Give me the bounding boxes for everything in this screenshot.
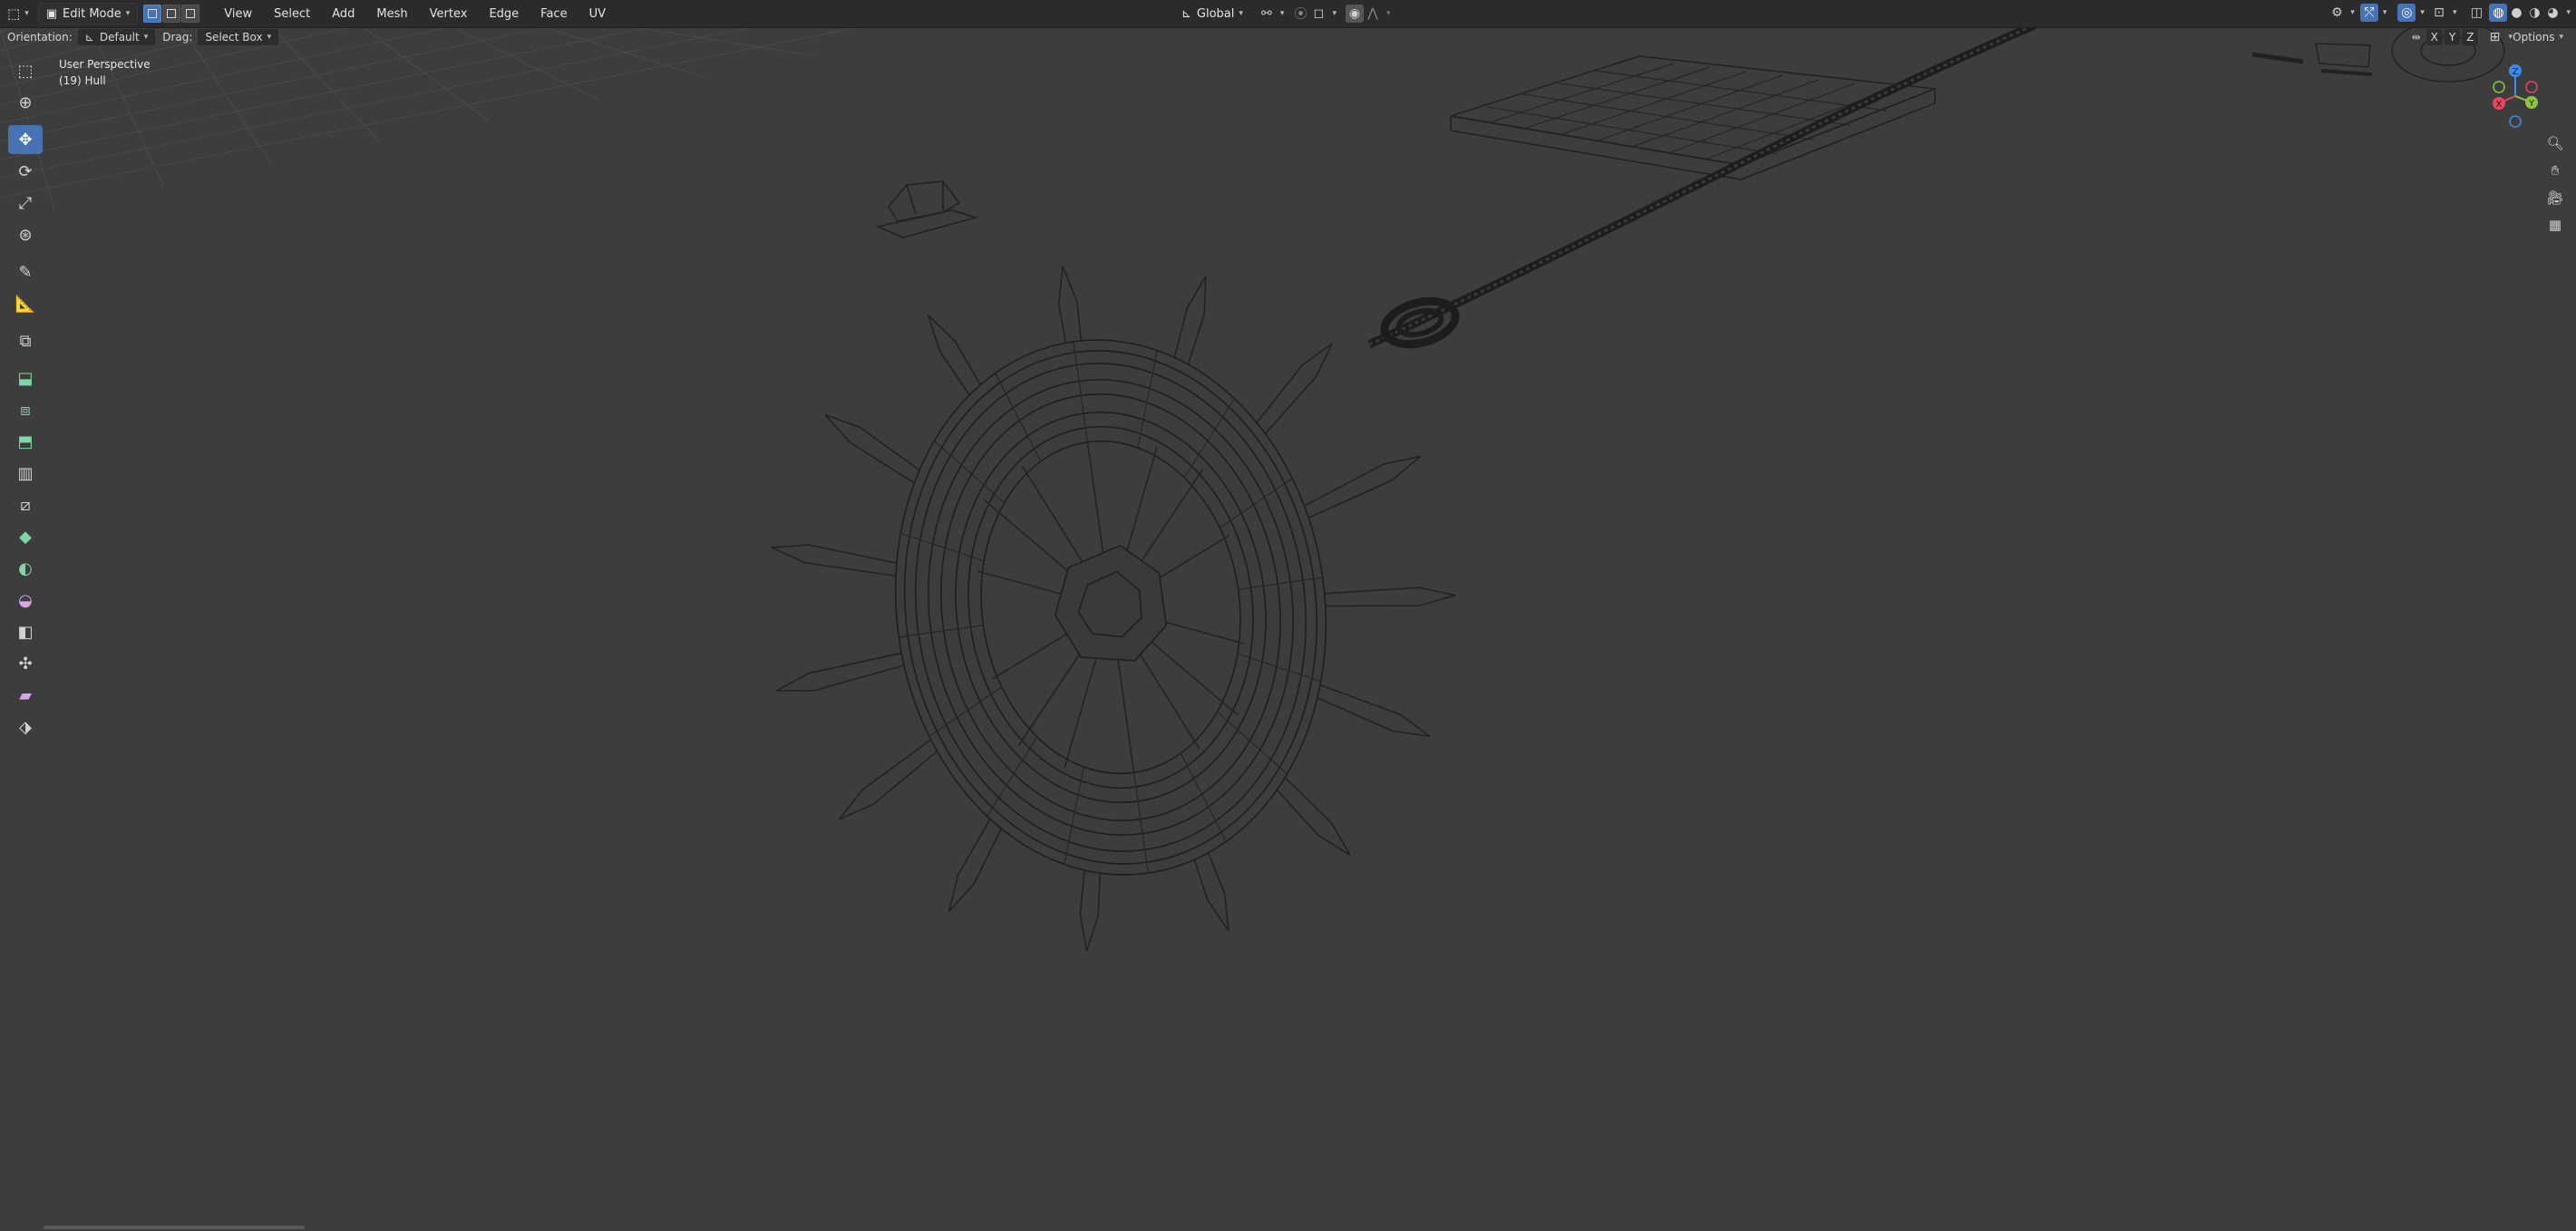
axis-icon: ⊾ xyxy=(84,31,94,44)
annotate-icon[interactable]: ✎ xyxy=(8,257,43,286)
left-toolbar: ⬚ ⊕ ✥ ⟳ ⤢ ⊛ ✎ 📐 ⧉ ⬓ ⧈ ⬒ ▥ ⧄ ◆ ◐ ◒ ◧ ✣ ▰ … xyxy=(5,56,45,744)
menu-add[interactable]: Add xyxy=(321,4,365,24)
inset-icon[interactable]: ⧈ xyxy=(8,395,43,424)
spin-icon[interactable]: ◐ xyxy=(8,554,43,583)
orientation-icon: ⊾ xyxy=(1181,6,1191,21)
viewport-header: ⬚ ▾ ▣ Edit Mode ▾ View Select Add Mesh Ver… xyxy=(0,0,2576,28)
rendered-shading-icon[interactable]: ◕ xyxy=(2543,4,2561,22)
mode-dropdown[interactable]: ▣ Edit Mode ▾ xyxy=(37,3,139,24)
orientation-setting-dropdown[interactable]: ⊾ Default ▾ xyxy=(77,29,156,45)
menu-view[interactable]: View xyxy=(213,4,263,24)
extrude-icon[interactable]: ⬓ xyxy=(8,363,43,393)
editor-type-button[interactable]: ⬚ ▾ xyxy=(4,4,33,24)
select-box-icon[interactable]: ⬚ xyxy=(8,56,43,85)
y-axis-label: Y xyxy=(2528,99,2535,109)
neg-y-handle[interactable] xyxy=(2493,81,2505,93)
edit-mode-icon: ▣ xyxy=(45,6,58,21)
object-info: (19) Hull xyxy=(59,74,106,87)
horizontal-scrollbar[interactable] xyxy=(44,1226,305,1229)
snap-target-icon[interactable]: ◻ xyxy=(1309,5,1327,23)
orientation-label: Global xyxy=(1196,6,1235,21)
menu-edge[interactable]: Edge xyxy=(478,4,530,24)
perspective-toggle-icon[interactable]: ▦ xyxy=(2544,213,2566,237)
smooth-icon[interactable]: ◒ xyxy=(8,586,43,615)
mirror-icon: ⇹ xyxy=(2411,31,2421,44)
visibility-icon[interactable]: ⚙ xyxy=(2328,4,2346,22)
pan-hand-icon[interactable]: ✋︎ xyxy=(2544,159,2566,182)
mesh-overlay-icon[interactable]: ⊡ xyxy=(2430,4,2448,22)
tool-settings-bar: Orientation: ⊾ Default ▾ Drag: Select Box… xyxy=(0,28,2576,46)
xray-toggle-icon[interactable]: ◫ xyxy=(2467,4,2485,22)
menu-vertex[interactable]: Vertex xyxy=(419,4,479,24)
vertex-select-button[interactable] xyxy=(143,5,162,23)
header-center-tools: ⊾ Global ▾ ⚯ ▾ ⦿ ◻ ▾ ◉ ⋀ ▾ xyxy=(1174,4,1391,24)
poly-build-icon[interactable]: ◆ xyxy=(8,522,43,551)
neg-z-handle[interactable] xyxy=(2509,115,2522,128)
menu-uv[interactable]: UV xyxy=(578,4,617,24)
rope-mesh xyxy=(1367,0,2102,349)
x-axis-label: X xyxy=(2496,100,2503,110)
material-shading-icon[interactable]: ◑ xyxy=(2525,4,2543,22)
menu-select[interactable]: Select xyxy=(263,4,321,24)
falloff-icon[interactable]: ⋀ xyxy=(1364,5,1382,23)
z-axis-label: Z xyxy=(2513,67,2519,77)
zoom-icon[interactable]: 🔍︎ xyxy=(2544,131,2566,155)
mirror-x-button[interactable]: X xyxy=(2425,29,2443,45)
3d-viewport-icon: ⬚ xyxy=(7,5,21,22)
drag-setting-label: Drag: xyxy=(162,31,193,44)
shrink-fatten-icon[interactable]: ✣ xyxy=(8,649,43,678)
transform-orientation-dropdown[interactable]: ⊾ Global ▾ xyxy=(1174,4,1250,24)
cleat-mesh xyxy=(875,180,978,238)
transform-icon[interactable]: ⊛ xyxy=(8,220,43,249)
header-menu: View Select Add Mesh Vertex Edge Face UV xyxy=(213,4,617,24)
menu-mesh[interactable]: Mesh xyxy=(365,4,418,24)
gizmo-toggle-icon[interactable]: ⤲ xyxy=(2359,4,2378,22)
orientation-setting-label: Orientation: xyxy=(7,31,73,44)
view-name: User Perspective xyxy=(59,58,151,71)
overlay-toggle-icon[interactable]: ◎ xyxy=(2397,4,2416,22)
edge-slide-icon[interactable]: ◧ xyxy=(8,617,43,646)
add-cube-icon[interactable]: ⧉ xyxy=(8,326,43,355)
shear-icon[interactable]: ▰ xyxy=(8,681,43,710)
cursor-icon[interactable]: ⊕ xyxy=(8,88,43,117)
mirror-axes: ⇹ X Y Z ⊞ ▾ xyxy=(2411,28,2513,46)
face-select-button[interactable] xyxy=(181,5,200,23)
proportional-editing-icon[interactable]: ◉ xyxy=(1345,5,1364,23)
header-right-tools: ⚙ ▾ ⤲ ▾ ◎ ▾ ⊡ ▾ ◫ ◍ ● ◑ ◕ ▾ xyxy=(2328,4,2571,22)
mirror-y-button[interactable]: Y xyxy=(2444,29,2461,45)
options-dropdown[interactable]: Options ▾ xyxy=(2505,29,2571,45)
drag-setting-dropdown[interactable]: Select Box ▾ xyxy=(198,29,279,45)
mirror-z-button[interactable]: Z xyxy=(2462,29,2479,45)
menu-face[interactable]: Face xyxy=(530,4,578,24)
viewport-info: User Perspective (19) Hull xyxy=(59,56,151,89)
snap-icon[interactable]: ⦿ xyxy=(1291,5,1309,23)
auto-merge-icon[interactable]: ⊞ xyxy=(2485,28,2503,46)
pivot-point-icon[interactable]: ⚯ xyxy=(1258,5,1276,23)
drag-setting-value: Select Box xyxy=(205,31,263,44)
navigation-gizmo[interactable]: Y Z X xyxy=(2479,60,2552,132)
rip-icon[interactable]: ⬗ xyxy=(8,712,43,742)
wireframe-shading-icon[interactable]: ◍ xyxy=(2489,4,2508,22)
neg-x-handle[interactable] xyxy=(2525,81,2538,93)
viewport-scene[interactable] xyxy=(0,0,2576,1231)
edge-select-button[interactable] xyxy=(162,5,181,23)
select-mode-toggle xyxy=(143,5,200,23)
rotate-icon[interactable]: ⟳ xyxy=(8,157,43,186)
orientation-setting-value: Default xyxy=(99,31,140,44)
knife-icon[interactable]: ⧄ xyxy=(8,490,43,519)
mode-label: Edit Mode xyxy=(63,6,122,21)
grating-mesh xyxy=(1450,55,1936,180)
move-icon[interactable]: ✥ xyxy=(8,125,43,154)
navigation-buttons: 🔍︎ ✋︎ 🎥︎ ▦ xyxy=(2544,131,2566,240)
solid-shading-icon[interactable]: ● xyxy=(2507,4,2525,22)
bevel-icon[interactable]: ⬒ xyxy=(8,427,43,456)
scale-icon[interactable]: ⤢ xyxy=(8,189,43,218)
measure-icon[interactable]: 📐 xyxy=(8,289,43,318)
loop-cut-icon[interactable]: ▥ xyxy=(8,459,43,488)
options-label: Options xyxy=(2513,31,2555,44)
camera-view-icon[interactable]: 🎥︎ xyxy=(2544,186,2566,209)
